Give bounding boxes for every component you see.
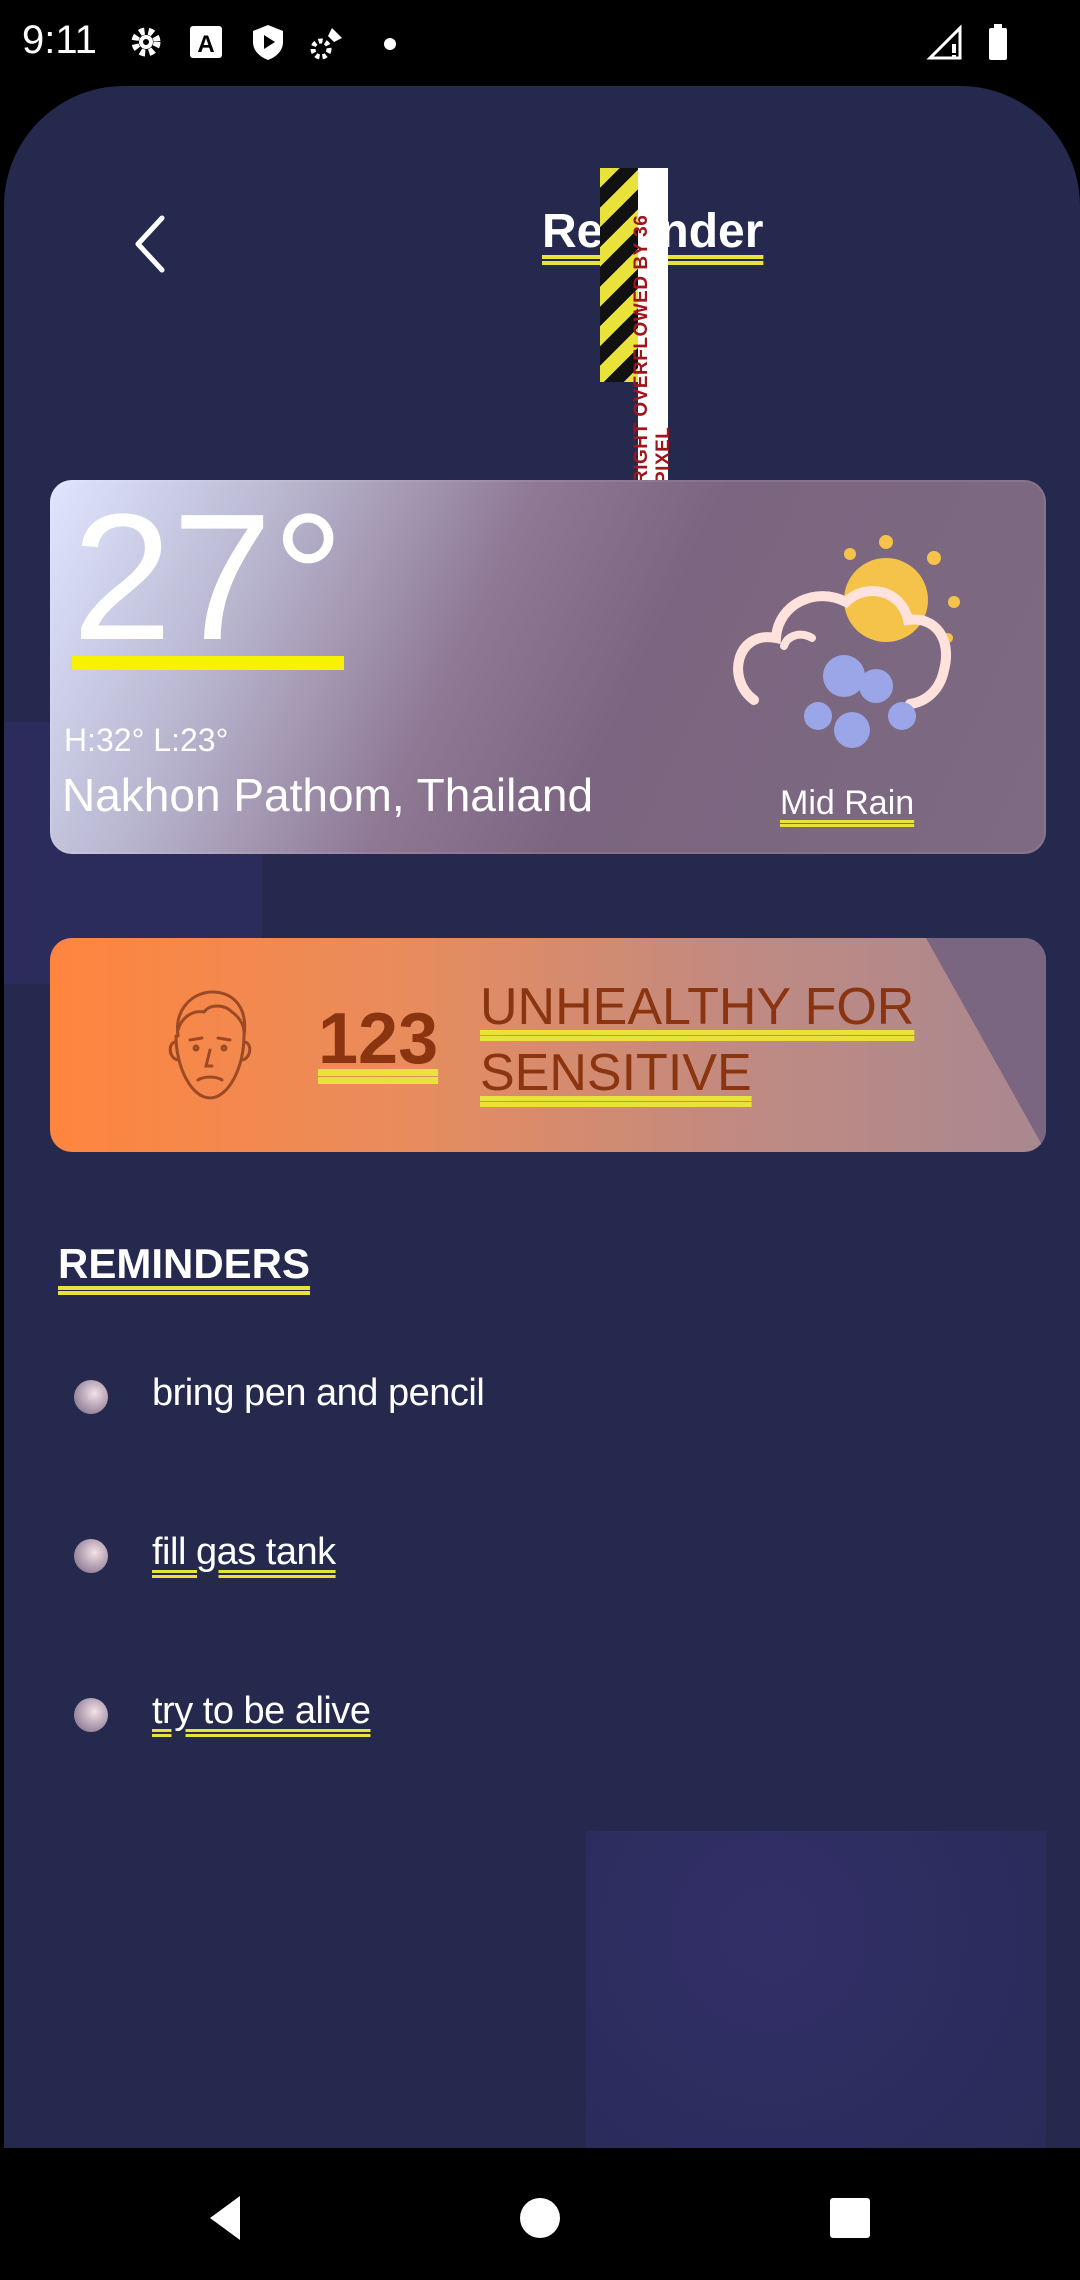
back-arrow-icon[interactable] (122, 204, 182, 284)
location: Nakhon Pathom, Thailand (62, 769, 594, 821)
status-bar: 9:11 A (0, 0, 1080, 86)
nav-back-icon[interactable] (196, 2188, 256, 2248)
list-item[interactable]: try to be alive (70, 1686, 870, 1746)
dot-icon (384, 38, 396, 50)
signal-icon (926, 24, 962, 60)
aqi-value: 123 (318, 999, 439, 1079)
navigation-bar (0, 2148, 1080, 2280)
gear-icon (131, 27, 161, 57)
reminder-text: bring pen and pencil (152, 1372, 485, 1414)
reminder-bullet[interactable] (74, 1539, 108, 1573)
status-time: 9:11 (22, 18, 97, 62)
weather-card[interactable]: 27° H:32° L:23° Nakhon Pathom, Thailand … (50, 480, 1046, 854)
high-low-temperature: H:32° L:23° (64, 722, 229, 758)
nav-home-icon[interactable] (510, 2188, 570, 2248)
air-quality-card[interactable]: 123 UNHEALTHY FOR SENSITIVE (50, 938, 1046, 1152)
reminder-bullet[interactable] (74, 1698, 108, 1732)
satellite-icon (310, 28, 342, 60)
temperature-underline (72, 656, 344, 670)
overflow-warning: RIGHT OVERFLOWED BY 36 PIXEL (631, 168, 674, 484)
reminder-text: try to be alive (152, 1690, 371, 1732)
list-item[interactable]: bring pen and pencil (70, 1368, 870, 1428)
svg-text:A: A (197, 31, 214, 58)
decorative-block (586, 1831, 1046, 2148)
nav-recents-icon[interactable] (820, 2188, 880, 2248)
battery-icon (989, 24, 1007, 60)
temperature: 27° (72, 477, 345, 678)
reminder-bullet[interactable] (74, 1380, 108, 1414)
cloud-rain-sun-icon (733, 535, 960, 748)
reminders-title: REMINDERS (58, 1240, 311, 1287)
app-screen: Reminder RIGHT OVERFLOWED BY 36 PIXEL 27… (4, 86, 1080, 2148)
list-item[interactable]: fill gas tank (70, 1527, 870, 1587)
font-icon: A (190, 26, 222, 58)
reminder-text: fill gas tank (152, 1531, 336, 1573)
aqi-label: UNHEALTHY FOR SENSITIVE (480, 978, 915, 1102)
sad-face-icon (168, 990, 252, 1100)
weather-condition: Mid Rain (780, 784, 915, 822)
shield-icon (253, 25, 283, 60)
